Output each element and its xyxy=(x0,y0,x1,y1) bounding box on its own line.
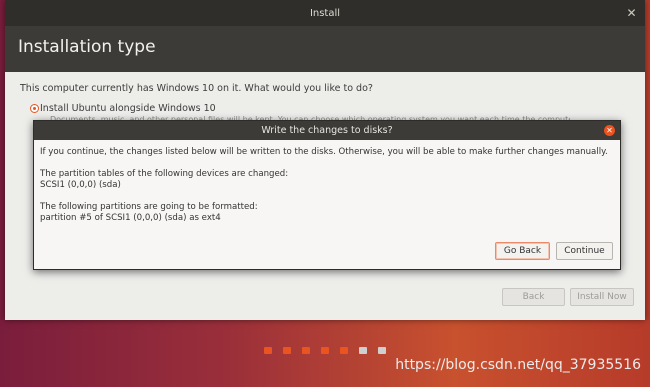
back-button[interactable]: Back xyxy=(502,288,565,306)
formatted-heading: The following partitions are going to be… xyxy=(40,202,258,212)
progress-dots xyxy=(264,347,386,355)
close-icon[interactable]: ✕ xyxy=(626,7,637,19)
page-title: Installation type xyxy=(18,37,156,57)
progress-dot xyxy=(321,347,329,354)
progress-dot xyxy=(264,347,272,354)
option-install-alongside[interactable]: Install Ubuntu alongside Windows 10 xyxy=(30,103,216,114)
go-back-button[interactable]: Go Back xyxy=(495,242,550,260)
continue-button[interactable]: Continue xyxy=(556,242,613,260)
progress-dot xyxy=(302,347,310,354)
window-titlebar: Install ✕ xyxy=(5,0,645,26)
progress-dot xyxy=(378,347,386,354)
radio-icon[interactable] xyxy=(30,104,39,113)
window-title: Install xyxy=(309,8,341,19)
option-label: Install Ubuntu alongside Windows 10 xyxy=(40,103,216,114)
dialog-close-icon[interactable]: ✕ xyxy=(604,125,615,136)
write-changes-dialog: Write the changes to disks? ✕ If you con… xyxy=(33,120,621,270)
progress-dot xyxy=(340,347,348,354)
watermark: https://blog.csdn.net/qq_37935516 xyxy=(395,357,641,373)
partition-tables-heading: The partition tables of the following de… xyxy=(40,169,289,179)
dialog-message: If you continue, the changes listed belo… xyxy=(40,147,608,157)
progress-dot xyxy=(359,347,367,354)
dialog-body: If you continue, the changes listed belo… xyxy=(40,147,614,224)
install-now-button[interactable]: Install Now xyxy=(570,288,634,306)
formatted-item: partition #5 of SCSI1 (0,0,0) (sda) as e… xyxy=(40,213,221,223)
progress-dot xyxy=(283,347,291,354)
dialog-titlebar: Write the changes to disks? ✕ xyxy=(34,121,620,140)
install-question: This computer currently has Windows 10 o… xyxy=(20,83,373,94)
page-header: Installation type xyxy=(5,26,645,72)
dialog-title: Write the changes to disks? xyxy=(261,125,393,136)
partition-tables-item: SCSI1 (0,0,0) (sda) xyxy=(40,180,121,190)
